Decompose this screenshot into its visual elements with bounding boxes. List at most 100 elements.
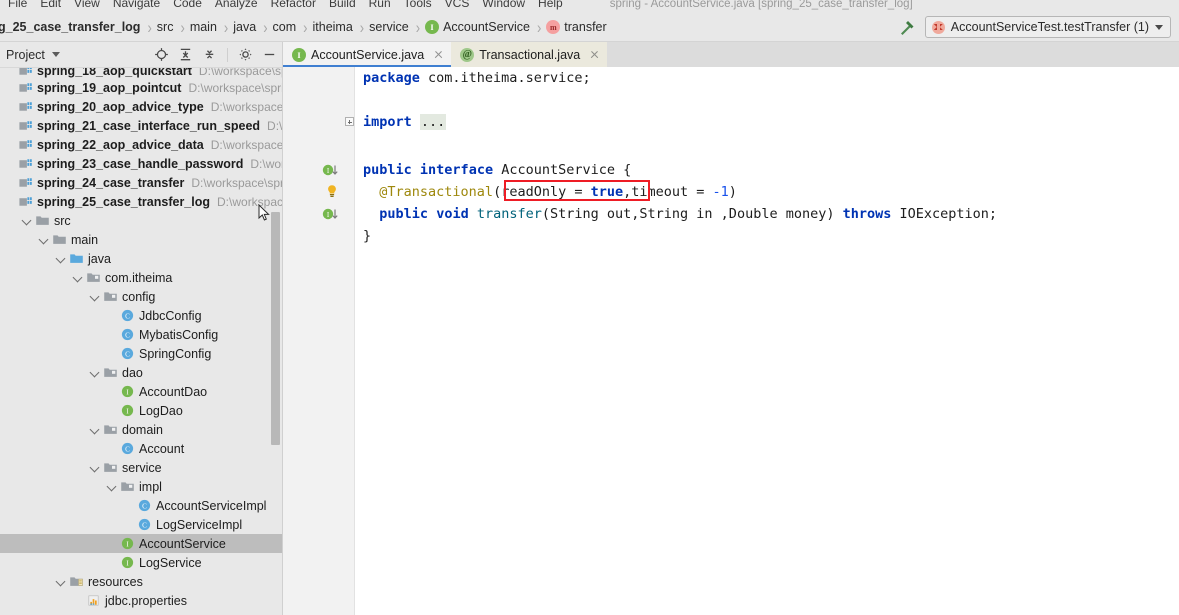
breadcrumb-item-com[interactable]: com — [271, 16, 301, 38]
chevron-down-icon[interactable] — [107, 481, 118, 492]
tree-item-spring-18-aop-quickstart[interactable]: spring_18_aop_quickstart D:\workspace\spr — [0, 68, 283, 78]
breadcrumb-item-transfer[interactable]: m transfer — [544, 16, 610, 38]
code-folding-toggle-icon[interactable] — [345, 117, 354, 126]
tree-item-logservice[interactable]: I LogService — [0, 553, 283, 572]
project-tree-scrollbar[interactable] — [271, 212, 280, 445]
tab-accountservice-java[interactable]: I AccountService.java — [283, 42, 452, 67]
hide-icon[interactable] — [262, 47, 277, 62]
tree-item-spring-19-aop-pointcut[interactable]: spring_19_aop_pointcut D:\workspace\sprin… — [0, 78, 283, 97]
code-text-area[interactable]: package com.itheima.service; import ... … — [345, 67, 1179, 615]
navbar-right-tools: AccountServiceTest.testTransfer (1) — [897, 16, 1179, 38]
chevron-down-icon[interactable] — [39, 234, 50, 245]
tree-item-dao[interactable]: dao — [0, 363, 283, 382]
tree-item-jdbcconfig[interactable]: C JdbcConfig — [0, 306, 283, 325]
close-icon[interactable] — [433, 49, 444, 60]
menu-item-help[interactable]: Help — [532, 0, 570, 10]
tree-item-spring-21-case-interface-run-speed[interactable]: spring_21_case_interface_run_speed D:\wor… — [0, 116, 283, 135]
menu-item-code[interactable]: Code — [167, 0, 209, 10]
editor-gutter[interactable] — [283, 67, 355, 615]
chevron-down-icon[interactable] — [56, 576, 67, 587]
tree-item-accountserviceimpl[interactable]: C AccountServiceImpl — [0, 496, 283, 515]
tree-item-service[interactable]: service — [0, 458, 283, 477]
chevron-down-icon[interactable] — [90, 367, 101, 378]
chevron-down-icon[interactable] — [90, 462, 101, 473]
tree-item-spring-22-aop-advice-data[interactable]: spring_22_aop_advice_data D:\workspace\sp — [0, 135, 283, 154]
tree-item-config[interactable]: config — [0, 287, 283, 306]
hammer-icon[interactable] — [897, 17, 917, 37]
tree-item-logserviceimpl[interactable]: C LogServiceImpl — [0, 515, 283, 534]
tree-item-logdao[interactable]: I LogDao — [0, 401, 283, 420]
resources-folder-icon — [69, 574, 88, 589]
tree-item-resources[interactable]: resources — [0, 572, 283, 591]
intention-bulb-icon[interactable] — [324, 181, 344, 203]
tab-transactional-java[interactable]: @ Transactional.java — [451, 42, 608, 67]
editor-right-edge — [1172, 67, 1179, 615]
breadcrumb-item-java[interactable]: java — [231, 16, 260, 38]
menu-item-edit[interactable]: Edit — [34, 0, 68, 10]
code-editor[interactable]: 1 2 3 7 8 9 10 11 12 I I — [283, 67, 1179, 615]
tree-item-spring-25-case-transfer-log[interactable]: spring_25_case_transfer_log D:\workspace\… — [0, 192, 283, 211]
menu-item-navigate[interactable]: Navigate — [107, 0, 167, 10]
breadcrumb-separator-icon: › — [303, 17, 308, 37]
close-icon[interactable] — [589, 49, 600, 60]
chevron-down-icon[interactable] — [56, 253, 67, 264]
tree-item-accountdao[interactable]: I AccountDao — [0, 382, 283, 401]
tree-item-label: LogService — [139, 555, 202, 570]
expand-all-icon[interactable] — [178, 47, 193, 62]
tree-item-mybatisconfig[interactable]: C MybatisConfig — [0, 325, 283, 344]
run-configuration-selector[interactable]: AccountServiceTest.testTransfer (1) — [924, 16, 1171, 38]
menu-item-run[interactable]: Run — [363, 0, 398, 10]
tree-item-springconfig[interactable]: C SpringConfig — [0, 344, 283, 363]
settings-icon[interactable] — [238, 47, 253, 62]
tree-item-domain[interactable]: domain — [0, 420, 283, 439]
collapse-all-icon[interactable] — [202, 47, 217, 62]
chevron-down-icon[interactable] — [90, 424, 101, 435]
menu-item-view[interactable]: View — [68, 0, 107, 10]
menu-item-window[interactable]: Window — [476, 0, 532, 10]
chevron-down-icon[interactable] — [51, 52, 60, 57]
tree-item-test[interactable]: test — [0, 610, 283, 615]
tree-item-label: spring_23_case_handle_password — [37, 156, 244, 171]
breadcrumb-item-main[interactable]: main — [188, 16, 221, 38]
tree-item-java[interactable]: java — [0, 249, 283, 268]
interface-icon: I — [292, 47, 306, 62]
menu-item-build[interactable]: Build — [323, 0, 363, 10]
chevron-down-icon[interactable] — [22, 215, 33, 226]
tree-item-account[interactable]: C Account — [0, 439, 283, 458]
locate-icon[interactable] — [154, 47, 169, 62]
breadcrumb-item-project[interactable]: g_25_case_transfer_log — [0, 16, 144, 38]
package-icon — [86, 270, 105, 285]
svg-text:C: C — [125, 445, 130, 453]
breadcrumb-item-accountservice[interactable]: I AccountService — [423, 16, 534, 38]
breadcrumb-label: itheima — [312, 20, 353, 34]
tree-item-spring-24-case-transfer[interactable]: spring_24_case_transfer D:\workspace\spri… — [0, 173, 283, 192]
tree-item-label: spring_25_case_transfer_log — [37, 194, 211, 209]
tree-item-spring-20-aop-advice-type[interactable]: spring_20_aop_advice_type D:\workspace\sp — [0, 97, 283, 116]
breadcrumb-label: src — [156, 20, 174, 34]
menu-item-file[interactable]: File — [2, 0, 34, 10]
breadcrumb-item-src[interactable]: src — [155, 16, 178, 38]
implemented-method-icon[interactable]: I — [321, 159, 341, 181]
tree-item-label: JdbcConfig — [139, 308, 202, 323]
tree-item-accountservice[interactable]: I AccountService — [0, 534, 283, 553]
tree-item-src[interactable]: src — [0, 211, 283, 230]
breadcrumb-item-itheima[interactable]: itheima — [311, 16, 357, 38]
tree-item-label: AccountDao — [139, 384, 208, 399]
implemented-method-icon[interactable]: I — [321, 203, 341, 225]
breadcrumb-item-service[interactable]: service — [367, 16, 413, 38]
annotation-icon: @ — [460, 47, 475, 62]
menu-item-analyze[interactable]: Analyze — [209, 0, 265, 10]
tree-item-impl[interactable]: impl — [0, 477, 283, 496]
tree-item-main[interactable]: main — [0, 230, 283, 249]
chevron-down-icon[interactable] — [73, 272, 84, 283]
tree-item-label: LogServiceImpl — [156, 517, 243, 532]
menu-item-refactor[interactable]: Refactor — [265, 0, 323, 10]
chevron-down-icon[interactable] — [90, 291, 101, 302]
project-tree[interactable]: spring_18_aop_quickstart D:\workspace\spr… — [0, 68, 283, 615]
tree-item-com-itheima[interactable]: com.itheima — [0, 268, 283, 287]
menu-item-tools[interactable]: Tools — [398, 0, 439, 10]
tree-item-spring-23-case-handle-password[interactable]: spring_23_case_handle_password D:\worksp — [0, 154, 283, 173]
tree-item-jdbc-properties[interactable]: jdbc.properties — [0, 591, 283, 610]
tree-item-label: service — [122, 460, 162, 475]
menu-item-vcs[interactable]: VCS — [439, 0, 477, 10]
